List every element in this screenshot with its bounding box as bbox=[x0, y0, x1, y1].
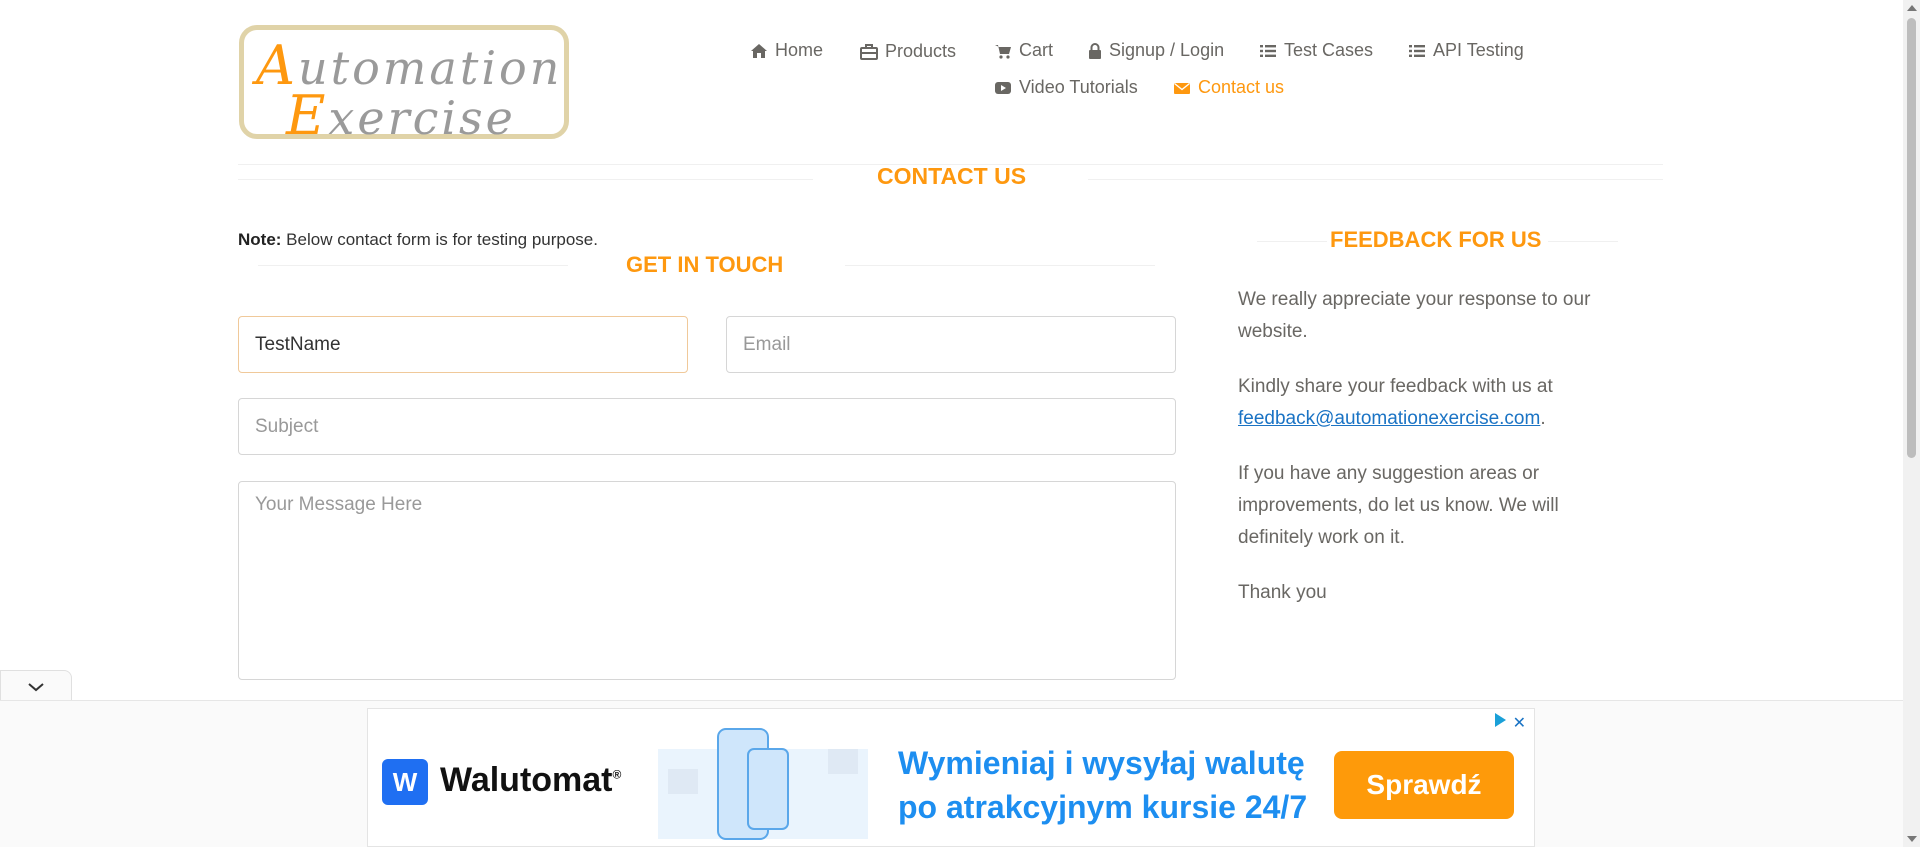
nav-test-cases-label: Test Cases bbox=[1284, 40, 1374, 60]
scroll-down-icon[interactable] bbox=[1907, 836, 1917, 842]
nav-test-cases[interactable]: Test Cases bbox=[1259, 40, 1373, 61]
feedback-rule-left bbox=[1257, 241, 1327, 242]
ad-collapse-button[interactable] bbox=[0, 670, 72, 700]
site-logo[interactable]: Automation Exercise bbox=[239, 25, 569, 147]
subject-field[interactable] bbox=[238, 398, 1176, 455]
nav-home[interactable]: Home bbox=[750, 40, 823, 61]
feedback-text-1: We really appreciate your response to ou… bbox=[1238, 289, 1591, 342]
scroll-up-icon[interactable] bbox=[1907, 5, 1917, 11]
envelope-icon bbox=[1174, 82, 1190, 94]
title-rule-left bbox=[238, 179, 813, 180]
ad-illustration bbox=[658, 728, 868, 840]
home-icon bbox=[751, 43, 767, 58]
briefcase-icon bbox=[860, 43, 878, 60]
ad-banner[interactable]: W Walutomat® Wymieniaj i wysyłaj walutę … bbox=[367, 708, 1535, 847]
nav-video-tutorials-label: Video Tutorials bbox=[1019, 77, 1138, 97]
scrollbar-thumb[interactable] bbox=[1907, 18, 1916, 458]
nav-products-label: Products bbox=[885, 41, 957, 61]
nav-cart-label: Cart bbox=[1019, 40, 1054, 60]
page-title: CONTACT US bbox=[877, 163, 1027, 189]
get-in-touch-rule-left bbox=[258, 265, 568, 266]
ad-info-icon[interactable] bbox=[1495, 713, 1506, 727]
feedback-email-link[interactable]: feedback@automationexercise.com bbox=[1238, 408, 1540, 429]
nav-api-testing[interactable]: API Testing bbox=[1408, 40, 1524, 61]
nav-video-tutorials[interactable]: Video Tutorials bbox=[994, 77, 1138, 98]
nav-home-label: Home bbox=[775, 40, 824, 60]
logo-line-2: Exercise bbox=[286, 84, 516, 147]
feedback-text-3: If you have any suggestion areas or impr… bbox=[1238, 463, 1559, 548]
list-icon bbox=[1260, 44, 1276, 57]
feedback-thanks: Thank you bbox=[1238, 582, 1327, 603]
chevron-down-icon bbox=[28, 683, 44, 692]
nav-contact-us-label: Contact us bbox=[1198, 77, 1285, 97]
email-field[interactable] bbox=[726, 316, 1176, 373]
ad-cta-button[interactable]: Sprawdź bbox=[1334, 751, 1514, 819]
nav-signup-login[interactable]: Signup / Login bbox=[1088, 40, 1224, 61]
name-field[interactable] bbox=[238, 316, 688, 373]
message-field[interactable] bbox=[238, 481, 1176, 680]
nav-cart[interactable]: Cart bbox=[994, 40, 1053, 61]
form-note: Note: Below contact form is for testing … bbox=[238, 230, 598, 249]
nav-contact-us[interactable]: Contact us bbox=[1173, 77, 1284, 98]
cart-icon bbox=[995, 44, 1011, 59]
ad-logo: W bbox=[382, 759, 428, 805]
get-in-touch-rule-right bbox=[845, 265, 1155, 266]
nav-products[interactable]: Products bbox=[860, 41, 956, 62]
feedback-title: FEEDBACK FOR US bbox=[1330, 227, 1542, 252]
feedback-text-2: Kindly share your feedback with us at fe… bbox=[1238, 376, 1553, 429]
title-rule-right bbox=[1088, 179, 1663, 180]
lock-icon bbox=[1089, 42, 1101, 59]
feedback-rule-right bbox=[1548, 241, 1618, 242]
ad-headline-1: Wymieniaj i wysyłaj walutę bbox=[898, 745, 1305, 781]
page-scrollbar[interactable] bbox=[1903, 0, 1920, 847]
ad-brand: Walutomat® bbox=[440, 761, 622, 799]
form-title: GET IN TOUCH bbox=[626, 252, 784, 277]
list-icon bbox=[1409, 44, 1425, 57]
youtube-icon bbox=[995, 81, 1011, 94]
ad-close-icon[interactable]: ✕ bbox=[1513, 713, 1526, 733]
nav-signup-login-label: Signup / Login bbox=[1109, 40, 1225, 60]
ad-headline-2: po atrakcyjnym kursie 24/7 bbox=[898, 789, 1308, 825]
nav-api-testing-label: API Testing bbox=[1433, 40, 1524, 60]
